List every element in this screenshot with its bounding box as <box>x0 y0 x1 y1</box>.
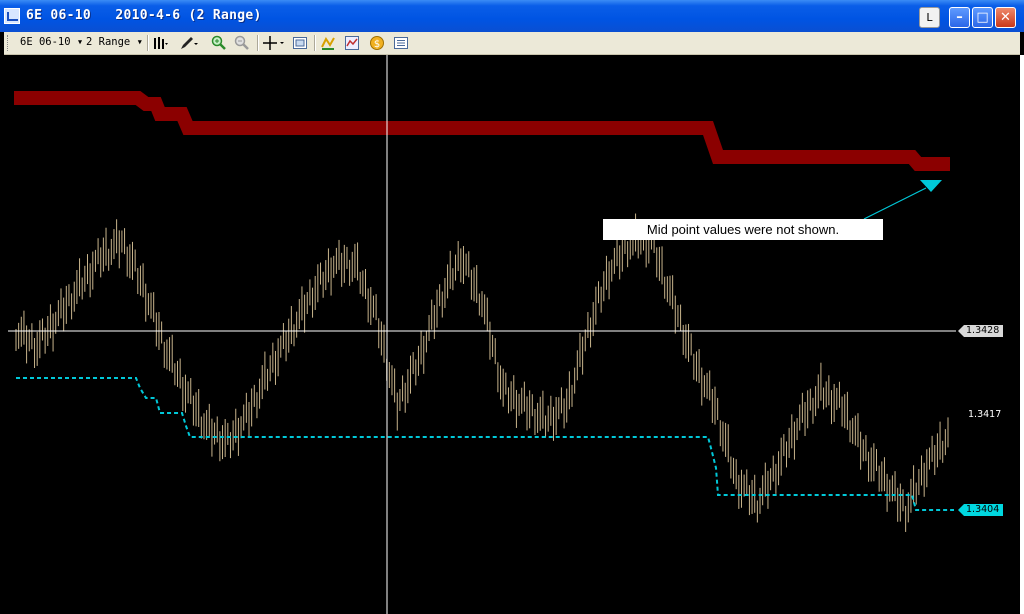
annotation-note: Mid point values were not shown. <box>603 219 883 240</box>
current-price-label: 1.3428 <box>958 325 1004 337</box>
annotation-arrow-head <box>920 180 942 192</box>
range-bars-layer <box>15 213 949 532</box>
stop-price-label: 1.3404 <box>958 504 1004 516</box>
annotation-arrow-line <box>863 187 927 220</box>
chart-window: 6E 06-10 2010-4-6 (2 Range) L – □ ✕ 6E 0… <box>0 0 1024 614</box>
upper-band <box>14 91 950 171</box>
price-chart[interactable] <box>0 0 1024 614</box>
stop-line <box>16 377 954 511</box>
last-price-label: 1.3417 <box>968 409 1002 420</box>
